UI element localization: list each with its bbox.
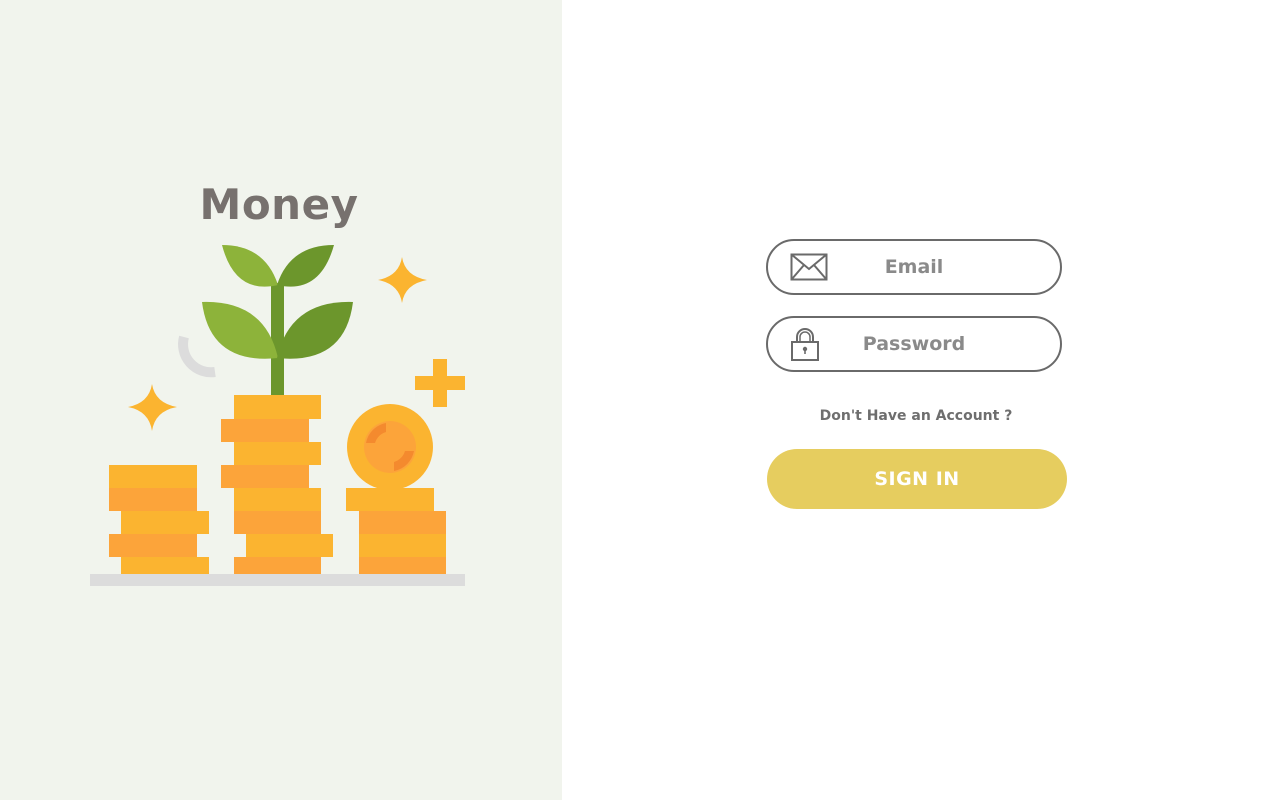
sparkle-left-icon bbox=[128, 384, 177, 431]
password-input[interactable] bbox=[768, 318, 1060, 370]
illustration-panel: Money bbox=[0, 0, 562, 800]
sign-in-button[interactable]: SIGN IN bbox=[767, 449, 1067, 509]
leaf-top-right bbox=[277, 245, 334, 287]
leaf-bottom-right bbox=[277, 301, 353, 359]
leaf-top-left bbox=[222, 245, 278, 287]
coin-stack-middle bbox=[234, 557, 321, 574]
plus-icon-horizontal bbox=[415, 376, 465, 390]
email-field[interactable] bbox=[766, 239, 1062, 295]
sparkle-right-icon bbox=[378, 257, 427, 303]
leaf-bottom-left bbox=[202, 301, 278, 359]
plant-stem bbox=[271, 283, 284, 395]
coin-stack-left bbox=[121, 557, 209, 574]
create-account-link[interactable]: Don't Have an Account ? bbox=[766, 408, 1066, 424]
password-field[interactable] bbox=[766, 316, 1062, 372]
ground-shadow bbox=[90, 574, 465, 586]
coin-stack-right bbox=[359, 557, 446, 574]
login-screen: Money Email Don't Have an Account ? SIGN… bbox=[0, 0, 1280, 800]
arc-decoration bbox=[178, 335, 216, 378]
login-form-panel: Don't Have an Account ? SIGN IN bbox=[562, 0, 1280, 800]
money-growth-illustration bbox=[90, 245, 465, 586]
brand-title: Money bbox=[199, 180, 359, 229]
email-input[interactable] bbox=[768, 241, 1060, 293]
